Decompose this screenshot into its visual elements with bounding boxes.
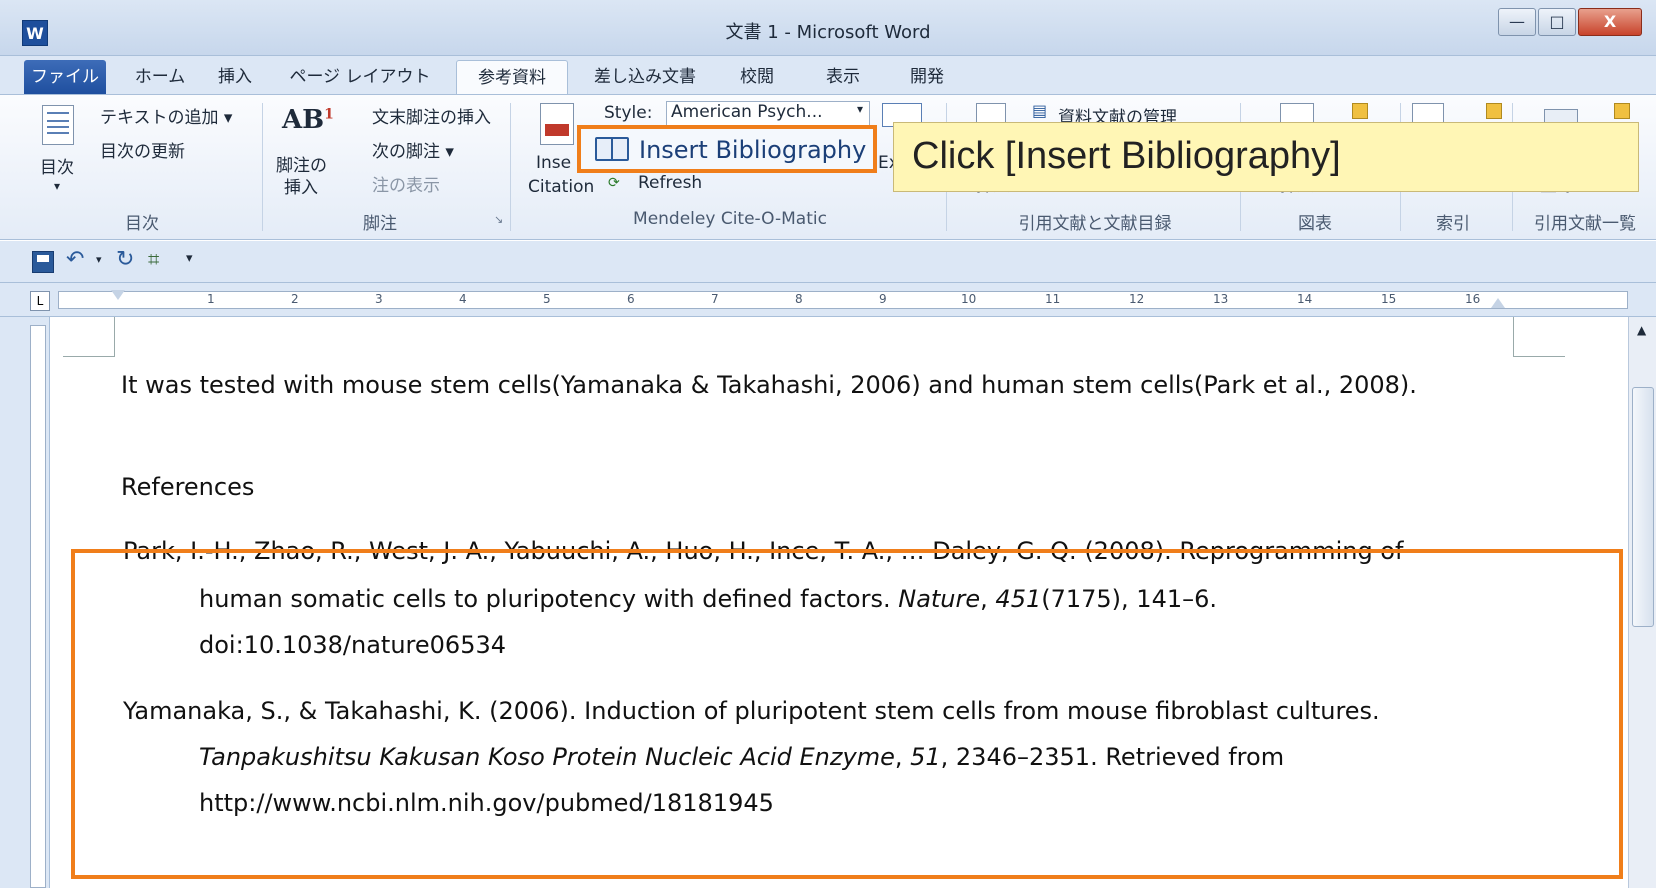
style-dropdown[interactable]: American Psych... ▾: [666, 101, 870, 127]
style-dropdown-chevron-icon: ▾: [856, 102, 863, 116]
insert-citation-label-2[interactable]: Citation: [528, 177, 594, 197]
next-footnote-button[interactable]: 次の脚注 ▾: [372, 137, 454, 162]
group-label-index: 索引: [1436, 214, 1470, 234]
undo-icon[interactable]: ↶: [66, 247, 84, 272]
group-separator: [262, 103, 263, 231]
insert-citation-icon[interactable]: [540, 103, 574, 145]
maximize-button[interactable]: □: [1538, 8, 1576, 36]
insert-table-of-authorities-icon[interactable]: [1614, 103, 1630, 119]
tab-insert[interactable]: 挿入: [210, 60, 260, 94]
insert-footnote-label-2[interactable]: 挿入: [284, 173, 318, 198]
ruler-number: 7: [711, 292, 719, 306]
insert-footnote-icon[interactable]: AB1: [282, 105, 334, 135]
group-label-citations: 引用文献と文献目録: [1018, 214, 1172, 234]
ruler-strip[interactable]: 1 2 3 4 5 6 7 8 9 10 11 12 13 14 15 16: [58, 290, 1628, 309]
ruler-number: 14: [1297, 292, 1313, 306]
table-of-contents-icon[interactable]: [42, 105, 74, 145]
group-label-captions: 図表: [1298, 214, 1332, 234]
refresh-icon: ⟳: [608, 175, 620, 191]
repeat-icon[interactable]: ↻: [116, 247, 134, 272]
group-label-toa: 引用文献一覧: [1534, 214, 1636, 234]
ruler-number: 16: [1465, 292, 1481, 306]
vertical-ruler-strip[interactable]: [30, 325, 46, 888]
tab-page-layout[interactable]: ページ レイアウト: [286, 60, 434, 94]
manage-sources-icon: ▤: [1032, 101, 1048, 120]
tab-developer[interactable]: 開発: [902, 60, 952, 94]
update-toc-button[interactable]: 目次の更新: [100, 137, 185, 162]
tab-view[interactable]: 表示: [818, 60, 868, 94]
undo-dropdown-icon[interactable]: ▾: [96, 253, 102, 266]
organization-chart-icon[interactable]: ⌗: [148, 247, 159, 271]
save-icon[interactable]: [32, 251, 54, 273]
vertical-scrollbar[interactable]: ▲: [1628, 317, 1656, 888]
ruler-number: 2: [291, 292, 299, 306]
quick-access-toolbar: ↶ ▾ ↻ ⌗ ▾: [0, 241, 1656, 283]
refresh-button[interactable]: Refresh: [638, 173, 702, 193]
window-title: 文書 1 - Microsoft Word: [725, 22, 931, 43]
ruler-number: 15: [1381, 292, 1397, 306]
vertical-ruler[interactable]: [0, 317, 50, 888]
toc-dropdown-icon[interactable]: ▾: [54, 179, 60, 193]
footnotes-dialog-launcher-icon[interactable]: ↘: [494, 213, 503, 226]
ruler-number: 11: [1045, 292, 1061, 306]
insert-bibliography-label: Insert Bibliography: [639, 136, 867, 164]
horizontal-ruler[interactable]: L 1 2 3 4 5 6 7 8 9 10 11 12 13 14 15 16: [0, 283, 1656, 317]
scrollbar-thumb[interactable]: [1632, 387, 1654, 627]
right-indent-marker[interactable]: [1491, 298, 1505, 308]
tab-selector-icon[interactable]: L: [30, 291, 50, 311]
add-text-button[interactable]: テキストの追加 ▾: [100, 103, 232, 128]
tab-home[interactable]: ホーム: [126, 60, 194, 94]
show-notes-button[interactable]: 注の表示: [372, 171, 440, 196]
group-separator: [510, 103, 511, 231]
insert-endnote-button[interactable]: 文末脚注の挿入: [372, 103, 491, 128]
ruler-number: 6: [627, 292, 635, 306]
style-label: Style:: [604, 103, 653, 123]
first-line-indent-marker[interactable]: [111, 290, 125, 300]
ruler-number: 13: [1213, 292, 1229, 306]
group-label-mendeley: Mendeley Cite-O-Matic: [633, 209, 827, 229]
insert-table-of-figures-icon[interactable]: [1352, 103, 1368, 119]
close-button[interactable]: X: [1578, 8, 1642, 36]
toc-button-label[interactable]: 目次: [40, 153, 74, 178]
ruler-number: 1: [207, 292, 215, 306]
insert-index-icon[interactable]: [1486, 103, 1502, 119]
tab-review[interactable]: 校閲: [732, 60, 782, 94]
scroll-up-icon[interactable]: ▲: [1637, 323, 1646, 337]
references-heading[interactable]: References: [121, 473, 254, 501]
group-label-footnotes: 脚注: [363, 214, 397, 234]
tab-mailings[interactable]: 差し込み文書: [586, 60, 704, 94]
ruler-number: 3: [375, 292, 383, 306]
insert-citation-label-1[interactable]: Inse: [536, 153, 571, 173]
body-sentence[interactable]: It was tested with mouse stem cells(Yama…: [121, 371, 1417, 399]
minimize-button[interactable]: —: [1498, 8, 1536, 36]
ribbon-tabs: ファイル ホーム 挿入 ページ レイアウト 参考資料 差し込み文書 校閲 表示 …: [0, 56, 1656, 140]
bibliography-highlight-box: [71, 549, 1623, 879]
style-value: American Psych...: [671, 102, 823, 122]
tab-file[interactable]: ファイル: [24, 60, 106, 94]
margin-corner-mark: [63, 317, 115, 357]
ruler-number: 12: [1129, 292, 1145, 306]
ruler-number: 10: [961, 292, 977, 306]
customize-qat-icon[interactable]: ▾: [186, 251, 193, 266]
tab-references[interactable]: 参考資料: [456, 60, 568, 94]
instruction-callout: Click [Insert Bibliography]: [893, 122, 1639, 192]
margin-corner-mark: [1513, 317, 1565, 357]
book-icon: [595, 137, 629, 161]
title-bar: W 文書 1 - Microsoft Word — □ X: [0, 0, 1656, 56]
group-label-toc: 目次: [125, 214, 159, 234]
ruler-number: 9: [879, 292, 887, 306]
ruler-number: 4: [459, 292, 467, 306]
callout-text: Click [Insert Bibliography]: [912, 135, 1341, 177]
insert-bibliography-button[interactable]: Insert Bibliography: [577, 125, 877, 173]
ruler-number: 5: [543, 292, 551, 306]
ruler-number: 8: [795, 292, 803, 306]
